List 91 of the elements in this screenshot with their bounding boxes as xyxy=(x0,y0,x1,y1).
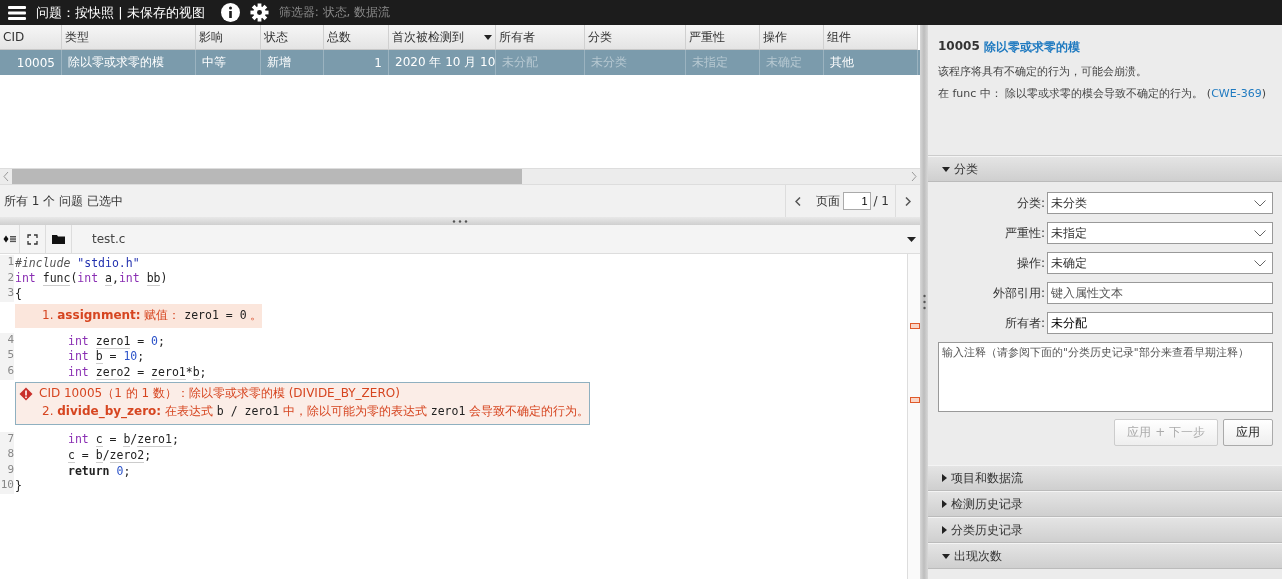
line-number: 4 xyxy=(0,332,14,349)
caret-down-icon xyxy=(942,166,950,172)
dropdown[interactable]: 未指定 xyxy=(1047,222,1273,244)
code-line: #include "stdio.h" xyxy=(14,255,140,270)
filter-label: 筛选器: 状态, 数据流 xyxy=(278,4,391,21)
column-header[interactable]: 所有者 xyxy=(496,25,585,50)
table-cell: 新增 xyxy=(261,50,324,75)
line-number: 10 xyxy=(0,478,14,494)
dropdown[interactable]: 未分类 xyxy=(1047,192,1273,214)
table-cell: 2020 年 10 月 10 xyxy=(389,50,496,75)
warning-diamond-icon xyxy=(19,386,33,401)
page-total: / 1 xyxy=(873,194,889,208)
field-label: 分类: xyxy=(1016,194,1045,212)
issue-detail: 在 func 中： 除以零或求零的模会导致不确定的行为。 (CWE-369) xyxy=(938,86,1267,101)
text-field[interactable]: 键入属性文本 xyxy=(1047,282,1273,304)
column-header[interactable]: 组件 xyxy=(824,25,918,50)
code-line: int zero1 = 0; xyxy=(67,333,165,348)
selection-status: 所有 1 个 问题 已选中 xyxy=(3,192,123,210)
code-line: int func(int a,int bb) xyxy=(14,271,168,286)
chevron-down-icon xyxy=(1254,229,1266,237)
folder-icon xyxy=(52,234,65,244)
page-title: 问题：按快照 | 未保存的视图 xyxy=(36,3,205,22)
cwe-link[interactable]: CWE-369 xyxy=(1211,87,1262,100)
section-header[interactable]: 检测历史记录 xyxy=(928,491,1282,517)
caret-right-icon xyxy=(942,526,947,534)
event-annotation: 2. divide_by_zero: 在表达式 b / zero1 中，除以可能为零的表达式 zero1 会导致不确定的行为。 xyxy=(42,403,590,421)
issue-description: 该程序将具有不确定的行为，可能会崩溃。 xyxy=(938,64,1148,79)
comment-field[interactable]: 输入注释（请参阅下面的"分类历史记录"部分来查看早期注释） xyxy=(938,342,1273,412)
code-line: { xyxy=(14,287,22,301)
line-number: 1 xyxy=(0,255,14,271)
event-annotation: 1. assignment: 赋值： zero1 = 0 。 xyxy=(15,303,263,328)
caret-right-icon xyxy=(942,500,947,508)
section-header[interactable]: 分类 xyxy=(928,156,1282,182)
chevron-down-icon xyxy=(1254,199,1266,207)
drag-handle-icon[interactable] xyxy=(452,219,468,223)
defect-title: CID 10005（1 的 1 数）：除以零或求零的模 (DIVIDE_BY_ZERO) xyxy=(39,385,400,403)
column-header[interactable]: 类型 xyxy=(62,25,196,50)
line-number: 8 xyxy=(0,447,14,463)
column-header[interactable]: 影响 xyxy=(196,25,261,50)
column-header[interactable]: 分类 xyxy=(585,25,686,50)
code-line: int b = 10; xyxy=(67,349,145,364)
field-label: 外部引用: xyxy=(992,284,1045,302)
column-header[interactable]: 严重性 xyxy=(686,25,760,50)
text-field[interactable]: 未分配 xyxy=(1047,312,1273,334)
table-cell: 中等 xyxy=(196,50,261,75)
table-cell: 除以零或求零的模 xyxy=(62,50,196,75)
dropdown[interactable]: 未确定 xyxy=(1047,252,1273,274)
annotation-marker-icon[interactable] xyxy=(910,397,920,403)
field-label: 所有者: xyxy=(1004,314,1045,332)
page-input[interactable]: 1 xyxy=(842,192,871,210)
table-cell: 10005 xyxy=(0,50,62,75)
file-tab[interactable]: test.c xyxy=(72,225,142,253)
caret-right-icon xyxy=(942,474,947,482)
line-number: 7 xyxy=(0,431,14,448)
code-line: int c = b/zero1; xyxy=(67,432,179,447)
code-line: int zero2 = zero1*b; xyxy=(67,364,207,379)
section-header[interactable]: 分类历史记录 xyxy=(928,517,1282,543)
chevron-right-icon xyxy=(905,196,911,206)
section-header[interactable]: 出现次数 xyxy=(928,543,1282,569)
code-line: } xyxy=(14,479,22,494)
column-header[interactable]: 总数 xyxy=(324,25,389,50)
section-header[interactable]: 项目和数据流 xyxy=(928,465,1282,491)
column-header[interactable]: CID xyxy=(0,25,62,50)
code-line: c = b/zero2; xyxy=(67,447,152,462)
sort-down-icon xyxy=(484,34,492,40)
field-label: 严重性: xyxy=(1004,224,1045,242)
page-label: 页面 xyxy=(814,192,840,210)
line-number: 3 xyxy=(0,286,14,302)
info-icon[interactable] xyxy=(220,3,240,22)
line-number: 5 xyxy=(0,348,14,364)
caret-down-icon[interactable] xyxy=(907,236,916,242)
annotation-marker-icon[interactable] xyxy=(910,323,920,329)
issue-cid: 10005 xyxy=(938,39,980,55)
drag-handle-icon[interactable] xyxy=(922,294,926,310)
apply-button[interactable]: 应用 xyxy=(1223,419,1273,446)
column-header[interactable]: 首次被检测到 xyxy=(389,25,496,50)
settings-icon[interactable] xyxy=(249,3,269,22)
menu-icon[interactable] xyxy=(8,5,26,20)
chevron-down-icon xyxy=(1254,259,1266,267)
fullscreen-icon xyxy=(27,233,38,245)
column-header[interactable]: 操作 xyxy=(760,25,824,50)
field-label: 操作: xyxy=(1016,254,1045,272)
scrollbar-thumb[interactable] xyxy=(12,169,522,184)
table-cell: 其他 xyxy=(824,50,918,75)
issue-title-link[interactable]: 除以零或求零的模 xyxy=(983,39,1080,56)
chevron-left-icon xyxy=(794,196,801,206)
caret-down-icon xyxy=(942,553,950,559)
code-line: return 0; xyxy=(67,463,131,478)
outline-icon xyxy=(2,235,17,243)
column-header[interactable]: 状态 xyxy=(261,25,324,50)
table-cell: 1 xyxy=(324,50,389,75)
